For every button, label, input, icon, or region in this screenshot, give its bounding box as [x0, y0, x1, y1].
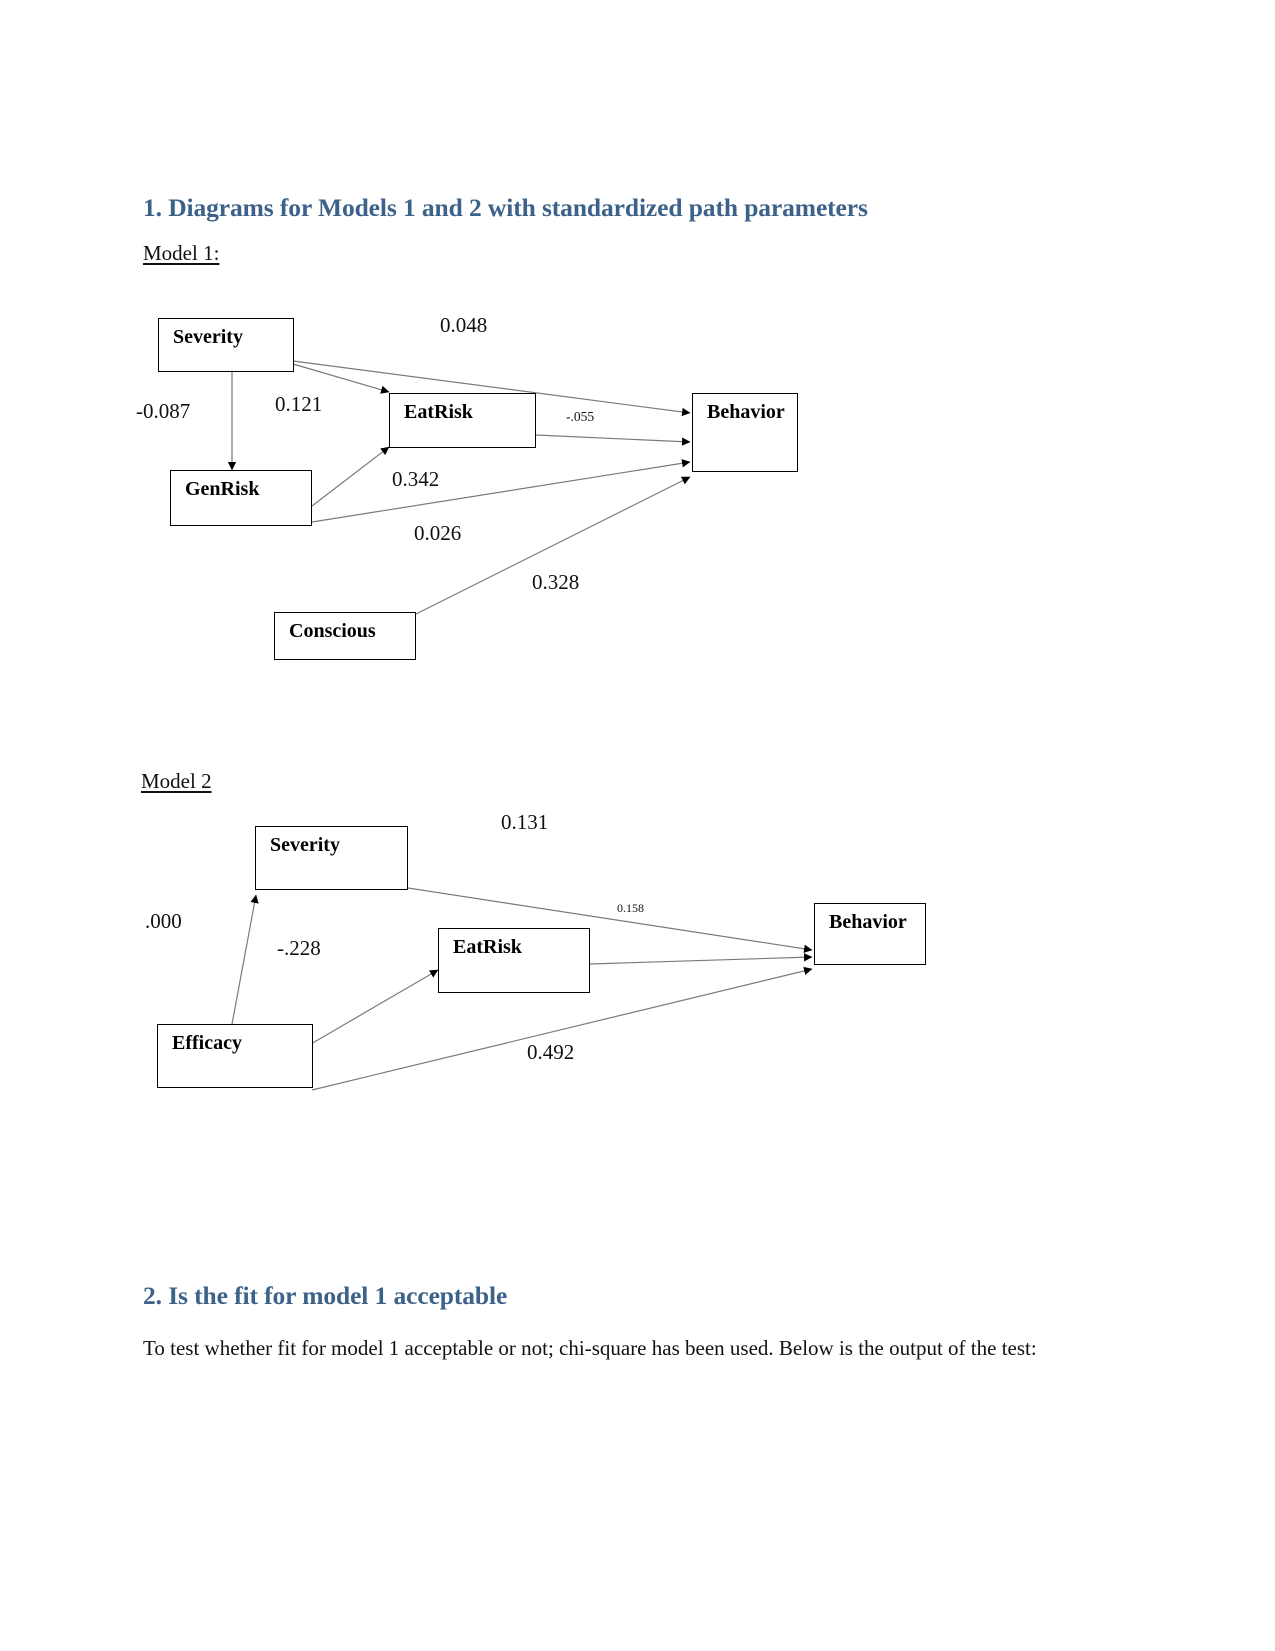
body-paragraph-1: To test whether fit for model 1 acceptab… — [143, 1336, 1037, 1360]
model-2-node-behavior-label: Behavior — [829, 911, 907, 933]
model-2-node-eatrisk[interactable]: EatRisk — [438, 928, 590, 993]
model-2-path-label-eatrisk-behavior: 0.158 — [617, 901, 644, 915]
model-2-node-severity[interactable]: Severity — [255, 826, 408, 890]
model-1-node-severity[interactable]: Severity — [158, 318, 294, 372]
model-1-node-genrisk[interactable]: GenRisk — [170, 470, 312, 526]
model-2-path-label-efficacy-eatrisk: -.228 — [277, 936, 321, 960]
model-2-node-efficacy[interactable]: Efficacy — [157, 1024, 313, 1088]
model-2-node-behavior[interactable]: Behavior — [814, 903, 926, 965]
document-page: 1. Diagrams for Models 1 and 2 with stan… — [0, 0, 1275, 1651]
model-2-path-label-severity-behavior: 0.131 — [501, 810, 549, 834]
model-2-node-eatrisk-label: EatRisk — [453, 936, 522, 958]
model-1-path-label-severity-genrisk: -0.087 — [136, 399, 191, 423]
model-1-node-eatrisk-label: EatRisk — [404, 401, 473, 423]
model-2-node-efficacy-label: Efficacy — [172, 1032, 242, 1054]
model-2-path-label-efficacy-severity: .000 — [145, 909, 182, 933]
model-1-path-label-conscious-behavior: 0.328 — [532, 570, 580, 594]
model-2-diagram: Severity EatRisk Efficacy Behavior .000 … — [0, 0, 1275, 1200]
model-1-node-behavior-label: Behavior — [707, 401, 785, 423]
model-1-node-eatrisk[interactable]: EatRisk — [389, 393, 536, 448]
model-1-path-label-severity-eatrisk: 0.121 — [275, 392, 323, 416]
page-heading-2: 2. Is the fit for model 1 acceptable — [143, 1281, 508, 1310]
model-1-node-behavior[interactable]: Behavior — [692, 393, 798, 472]
model-1-path-label-eatrisk-behavior: -.055 — [566, 409, 595, 424]
model-1-node-severity-label: Severity — [173, 326, 243, 348]
model-1-node-genrisk-label: GenRisk — [185, 478, 260, 500]
model-1-path-label-genrisk-eatrisk: 0.342 — [392, 467, 440, 491]
model-1-path-label-genrisk-behavior: 0.026 — [414, 521, 462, 545]
model-1-node-conscious-label: Conscious — [289, 620, 376, 642]
arrow-eatrisk-to-behavior — [589, 953, 813, 965]
model-2-path-arrows — [221, 887, 813, 1091]
model-2-node-severity-label: Severity — [270, 834, 340, 856]
model-1-path-label-severity-behavior: 0.048 — [440, 313, 488, 337]
model-1-node-conscious[interactable]: Conscious — [274, 612, 416, 660]
model-2-path-label-efficacy-behavior: 0.492 — [527, 1040, 575, 1064]
